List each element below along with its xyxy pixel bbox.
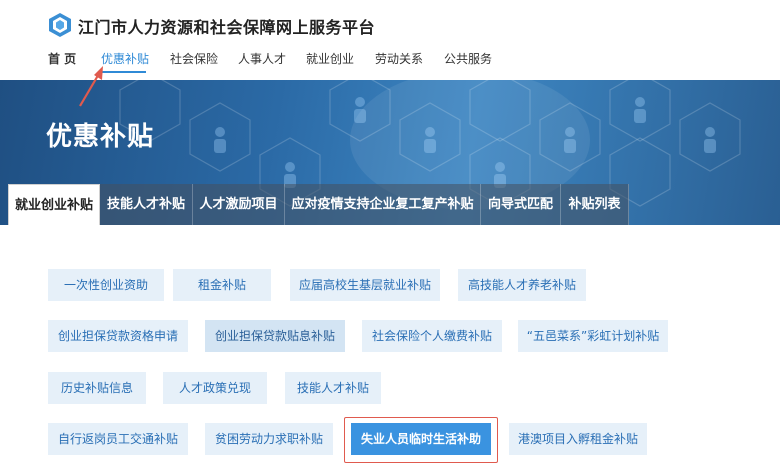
subsidy-button[interactable]: 技能人才补贴 (285, 372, 381, 404)
hexagon-logo-icon (49, 13, 71, 37)
tab-talent-incentive[interactable]: 人才激励项目 (193, 184, 285, 225)
annotation-highlight-box (344, 417, 498, 463)
tab-guided-match[interactable]: 向导式匹配 (481, 184, 561, 225)
nav-item-employment[interactable]: 就业创业 (306, 50, 354, 67)
nav-active-underline (100, 71, 146, 73)
subsidy-button[interactable]: 贫困劳动力求职补贴 (205, 423, 333, 455)
subsidy-button[interactable]: 创业担保贷款资格申请 (48, 320, 188, 352)
nav-item-public-service[interactable]: 公共服务 (444, 50, 492, 67)
subsidy-button[interactable]: 高技能人才养老补贴 (458, 269, 586, 301)
subsidy-button[interactable]: 历史补贴信息 (48, 372, 146, 404)
subsidy-button-grid: 一次性创业资助 租金补贴 应届高校生基层就业补贴 高技能人才养老补贴 创业担保贷… (0, 225, 780, 476)
site-header: 江门市人力资源和社会保障网上服务平台 首 页 优惠补贴 社会保险 人事人才 就业… (0, 0, 780, 80)
nav-item-personnel[interactable]: 人事人才 (238, 50, 286, 67)
subsidy-button[interactable]: “五邑菜系”彩虹计划补贴 (518, 320, 668, 352)
tab-skilled-talent-subsidy[interactable]: 技能人才补贴 (100, 184, 193, 225)
subsidy-button[interactable]: 租金补贴 (173, 269, 271, 301)
tab-epidemic-resumption-subsidy[interactable]: 应对疫情支持企业复工复产补贴 (285, 184, 481, 225)
banner-title: 优惠补贴 (46, 122, 155, 152)
subsidy-button[interactable]: 应届高校生基层就业补贴 (290, 269, 440, 301)
nav-item-social-insurance[interactable]: 社会保险 (170, 50, 218, 67)
subsidy-button[interactable]: 社会保险个人缴费补贴 (362, 320, 502, 352)
subsidy-button[interactable]: 自行返岗员工交通补贴 (48, 423, 188, 455)
tab-employment-subsidy[interactable]: 就业创业补贴 (8, 184, 100, 225)
nav-item-subsidy[interactable]: 优惠补贴 (101, 50, 149, 67)
nav-item-home[interactable]: 首 页 (48, 50, 76, 67)
tab-subsidy-list[interactable]: 补贴列表 (561, 184, 629, 225)
site-title: 江门市人力资源和社会保障网上服务平台 (78, 18, 376, 37)
nav-item-labor-relations[interactable]: 劳动关系 (375, 50, 423, 67)
annotation-arrow-icon (79, 66, 103, 107)
subsidy-button[interactable]: 一次性创业资助 (48, 269, 164, 301)
subsidy-button[interactable]: 港澳项目入孵租金补贴 (509, 423, 647, 455)
subsidy-button[interactable]: 人才政策兑现 (163, 372, 267, 404)
subsidy-button[interactable]: 创业担保贷款贴息补贴 (205, 320, 345, 352)
